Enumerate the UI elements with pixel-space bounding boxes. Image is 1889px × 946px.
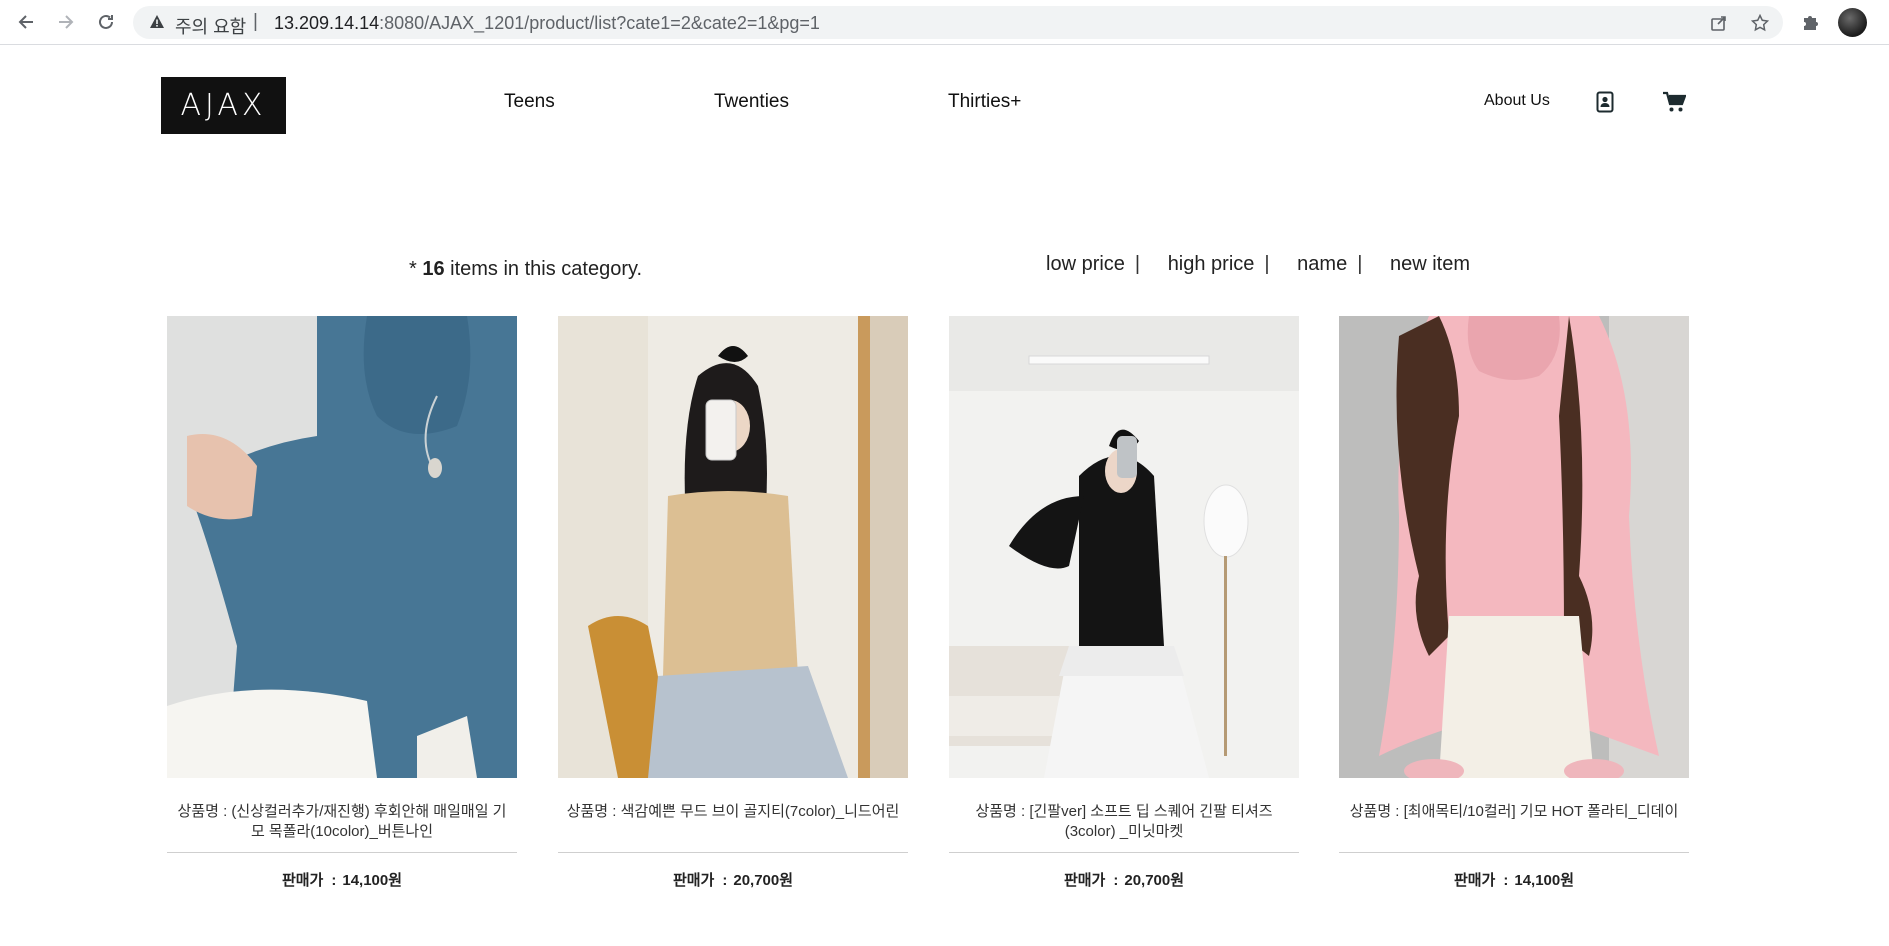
price-label: 판매가: [1063, 872, 1106, 889]
user-contact-icon[interactable]: [1593, 90, 1617, 114]
product-price: 판매가:14,100원: [167, 869, 517, 890]
price-value: 14,100원: [342, 872, 403, 889]
profile-avatar[interactable]: [1838, 8, 1867, 37]
nav-twenties[interactable]: Twenties: [714, 91, 789, 113]
price-label: 판매가: [672, 872, 715, 889]
product-price: 판매가:20,700원: [949, 869, 1299, 890]
sort-name[interactable]: name: [1297, 253, 1347, 275]
security-status[interactable]: 주의 요함: [175, 13, 246, 39]
item-count-text: * 16 items in this category.: [409, 258, 642, 281]
url-host: 13.209.14.14: [274, 13, 380, 33]
forward-arrow-icon[interactable]: [53, 9, 79, 35]
price-value: 20,700원: [733, 872, 794, 889]
sort-divider: |: [1357, 253, 1363, 275]
product-card[interactable]: 상품명 : (신상컬러추가/재진행) 후회안해 매일매일 기모 목폴라(10co…: [167, 316, 517, 890]
item-count: 16: [422, 258, 445, 280]
star-icon[interactable]: [1749, 12, 1771, 34]
warning-icon[interactable]: [149, 14, 165, 30]
count-suffix: items in this category.: [444, 258, 643, 280]
url-text[interactable]: 13.209.14.14:8080/AJAX_1201/product/list…: [274, 13, 820, 34]
reload-icon[interactable]: [93, 9, 119, 35]
cart-icon[interactable]: [1662, 90, 1686, 114]
about-us-link[interactable]: About Us: [1484, 92, 1550, 110]
sort-divider: |: [1134, 253, 1141, 275]
product-name[interactable]: 상품명 : [긴팔ver] 소프트 딥 스퀘어 긴팔 티셔즈(3color) _…: [949, 802, 1299, 844]
price-label: 판매가: [1453, 872, 1496, 889]
sort-new-item[interactable]: new item: [1390, 253, 1470, 275]
share-icon[interactable]: [1708, 12, 1730, 34]
price-colon: :: [722, 872, 728, 889]
price-label: 판매가: [281, 872, 324, 889]
address-bar[interactable]: 주의 요함 | 13.209.14.14:8080/AJAX_1201/prod…: [133, 6, 1783, 39]
card-divider: [949, 852, 1299, 853]
nav-teens[interactable]: Teens: [504, 91, 555, 113]
product-image[interactable]: [949, 316, 1299, 778]
site-logo[interactable]: AJAX: [161, 77, 286, 134]
price-colon: :: [331, 872, 337, 889]
sort-divider: |: [1264, 253, 1270, 275]
price-value: 14,100원: [1514, 872, 1575, 889]
sort-options: low price | high price | name | new item: [1046, 253, 1470, 276]
back-arrow-icon[interactable]: [13, 9, 39, 35]
card-divider: [1339, 852, 1689, 853]
card-divider: [167, 852, 517, 853]
product-name[interactable]: 상품명 : (신상컬러추가/재진행) 후회안해 매일매일 기모 목폴라(10co…: [167, 802, 517, 844]
browser-toolbar: 주의 요함 | 13.209.14.14:8080/AJAX_1201/prod…: [0, 0, 1889, 45]
product-image[interactable]: [167, 316, 517, 778]
nav-thirties[interactable]: Thirties+: [948, 91, 1021, 113]
price-colon: :: [1113, 872, 1119, 889]
card-divider: [558, 852, 908, 853]
product-name[interactable]: 상품명 : 색감예쁜 무드 브이 골지티(7color)_니드어린: [558, 802, 908, 844]
product-image[interactable]: [558, 316, 908, 778]
product-name[interactable]: 상품명 : [최애목티/10컬러] 기모 HOT 폴라티_디데이: [1339, 802, 1689, 844]
count-prefix: *: [409, 258, 423, 280]
extensions-puzzle-icon[interactable]: [1799, 10, 1823, 34]
product-card[interactable]: 상품명 : [긴팔ver] 소프트 딥 스퀘어 긴팔 티셔즈(3color) _…: [949, 316, 1299, 890]
product-price: 판매가:20,700원: [558, 869, 908, 890]
product-price: 판매가:14,100원: [1339, 869, 1689, 890]
product-image[interactable]: [1339, 316, 1689, 778]
logo-text: AJAX: [180, 88, 267, 123]
price-value: 20,700원: [1124, 872, 1185, 889]
price-colon: :: [1503, 872, 1509, 889]
url-separator: |: [253, 11, 258, 32]
product-card[interactable]: 상품명 : 색감예쁜 무드 브이 골지티(7color)_니드어린 판매가:20…: [558, 316, 908, 890]
sort-high-price[interactable]: high price: [1168, 253, 1255, 275]
sort-low-price[interactable]: low price: [1046, 253, 1125, 275]
product-card[interactable]: 상품명 : [최애목티/10컬러] 기모 HOT 폴라티_디데이 판매가:14,…: [1339, 316, 1689, 890]
url-path: :8080/AJAX_1201/product/list?cate1=2&cat…: [379, 13, 820, 33]
